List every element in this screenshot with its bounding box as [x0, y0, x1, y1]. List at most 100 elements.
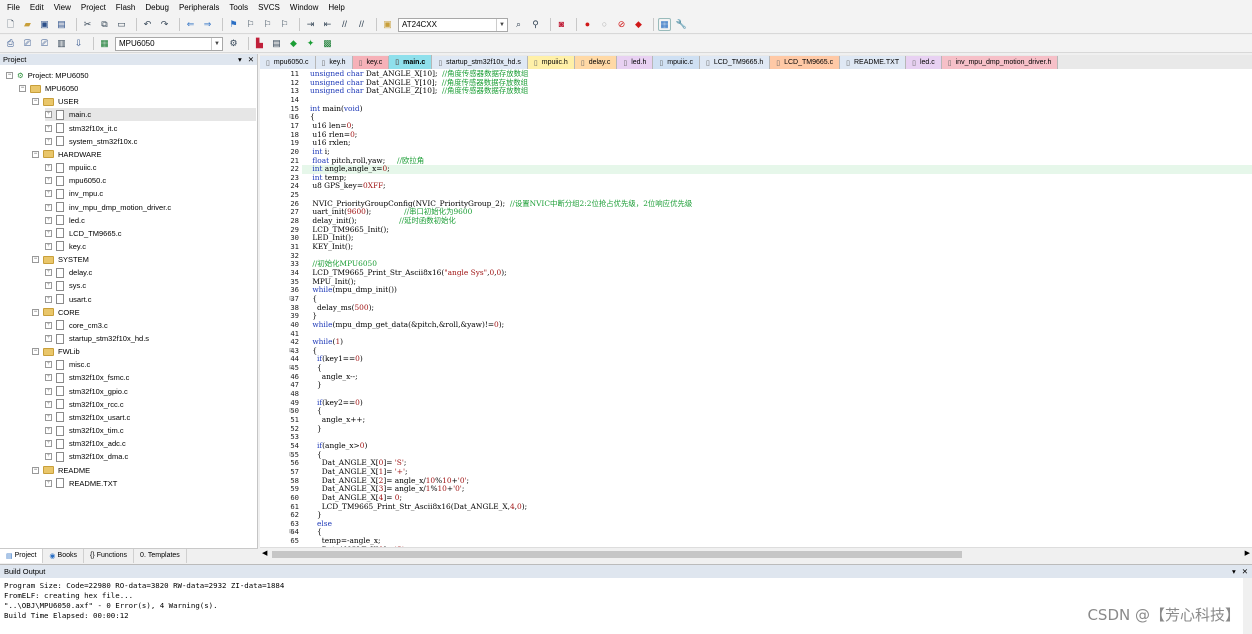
horizontal-scrollbar[interactable]: ◀ ▶ — [260, 547, 1252, 559]
target-combo[interactable]: MPU6050 ▼ — [115, 36, 223, 51]
green-diamond-icon[interactable]: ◆ — [287, 37, 300, 50]
code-line[interactable]: } — [310, 381, 1250, 390]
tab-file[interactable]: ▯ main.c — [389, 55, 433, 69]
kill-breakpoints-icon[interactable]: ◆ — [632, 18, 645, 31]
menu-window[interactable]: Window — [285, 0, 323, 16]
expand-icon[interactable]: + — [45, 453, 52, 461]
tree-file-item[interactable]: + LCD_TM9665.c — [45, 227, 256, 240]
prev-bookmark-icon[interactable]: ⚐ — [244, 18, 257, 31]
chevron-down-icon[interactable]: ▼ — [211, 37, 222, 50]
tree-folder-item[interactable]: − USER — [32, 95, 256, 108]
expand-icon[interactable]: + — [45, 203, 52, 211]
bookmark-icon[interactable]: ⚑ — [227, 18, 240, 31]
code-line[interactable]: u16 rlen=0; — [310, 130, 1250, 140]
build-icon[interactable]: ⎚ — [21, 37, 34, 50]
code-line[interactable]: { — [310, 346, 1250, 356]
tab-project[interactable]: ▤ Project — [0, 548, 44, 563]
code-line[interactable]: Dat_ANGLE_X[3]= angle_x/1%10+'0'; — [310, 484, 1250, 494]
navigate-forward-icon[interactable]: ⇒ — [201, 18, 214, 31]
undo-icon[interactable]: ↶ — [141, 18, 154, 31]
next-bookmark-icon[interactable]: ⚐ — [261, 18, 274, 31]
open-file-icon[interactable]: ▰ — [21, 18, 34, 31]
tree-file-item[interactable]: + system_stm32f10x.c — [45, 135, 256, 148]
code-line[interactable]: u8 GPS_key=0XFF; — [310, 182, 1250, 191]
tree-file-item[interactable]: + inv_mpu.c — [45, 187, 256, 200]
code-editor[interactable]: 11 12 13 14 15 16 ⊟ 17 18 19 20 21 22 23 24 25 26 27 28 29 3… — [260, 69, 1252, 547]
expand-icon[interactable]: + — [45, 216, 52, 224]
tree-file-item[interactable]: + sys.c — [45, 279, 256, 292]
disable-breakpoints-icon[interactable]: ⊘ — [615, 18, 628, 31]
expand-icon[interactable]: + — [45, 413, 52, 421]
code-line[interactable]: Dat_ANGLE_X[0]= 'S'; — [310, 458, 1250, 468]
clear-bookmarks-icon[interactable]: ⚐ — [278, 18, 291, 31]
code-line[interactable] — [310, 433, 1250, 442]
pack-installer-icon[interactable]: ✦ — [304, 37, 317, 50]
build-output-scrollbar[interactable] — [1243, 578, 1252, 634]
chevron-down-icon[interactable]: ▼ — [496, 18, 507, 31]
tree-file-item[interactable]: + stm32f10x_adc.c — [45, 437, 256, 450]
code-line[interactable] — [310, 252, 1250, 261]
batch-build-icon[interactable]: ▥ — [55, 37, 68, 50]
tree-folder-item[interactable]: − SYSTEM — [32, 253, 256, 266]
tree-file-item[interactable]: + misc.c — [45, 358, 256, 371]
code-line[interactable]: int main(void) — [310, 104, 1250, 114]
code-line[interactable]: while(mpu_dmp_init()) — [310, 285, 1250, 295]
save-all-icon[interactable]: ▤ — [55, 18, 68, 31]
code-line[interactable]: if(angle_x>0) — [310, 441, 1250, 451]
code-line[interactable]: delay_init(); //延时函数初始化 — [310, 216, 1250, 226]
menu-help[interactable]: Help — [323, 0, 349, 16]
runtime-environment-icon[interactable]: ▩ — [321, 37, 334, 50]
tree-file-item[interactable]: + led.c — [45, 214, 256, 227]
close-icon[interactable]: ✕ — [248, 55, 254, 64]
tab-file[interactable]: ▯ LCD_TM9665.h — [699, 56, 771, 69]
tree-file-item[interactable]: + key.c — [45, 240, 256, 253]
horizontal-scroll-thumb[interactable] — [272, 551, 962, 558]
new-file-icon[interactable]: 🗋 — [4, 18, 17, 31]
find-in-files-icon[interactable]: ▣ — [381, 18, 394, 31]
close-icon[interactable]: ✕ — [1242, 567, 1248, 576]
collapse-icon[interactable]: − — [32, 348, 39, 356]
tree-folder-item[interactable]: − MPU6050 — [19, 82, 256, 95]
collapse-icon[interactable]: − — [32, 256, 39, 264]
incremental-find-icon[interactable]: ⚲ — [529, 18, 542, 31]
code-line[interactable]: if(key1==0) — [310, 355, 1250, 364]
code-line[interactable]: LCD_TM9665_Init(); — [310, 225, 1250, 235]
code-line[interactable]: { — [310, 112, 1250, 122]
code-line[interactable]: while(1) — [310, 337, 1250, 347]
tab-file[interactable]: ▯ led.h — [617, 56, 654, 69]
uncomment-icon[interactable]: // — [355, 18, 368, 31]
code-line[interactable]: { — [310, 528, 1250, 537]
insert-breakpoint-icon[interactable]: ● — [581, 18, 594, 31]
tab-file[interactable]: ▯ inv_mpu_dmp_motion_driver.h — [941, 56, 1059, 69]
expand-icon[interactable]: + — [45, 374, 52, 382]
tree-file-item[interactable]: + inv_mpu_dmp_motion_driver.c — [45, 201, 256, 214]
tab-file[interactable]: ▯ mpuiic.c — [653, 56, 700, 69]
tree-file-item[interactable]: + README.TXT — [45, 477, 256, 490]
expand-icon[interactable]: + — [45, 111, 52, 119]
pin-icon[interactable]: ▾ — [1232, 567, 1236, 576]
code-line[interactable] — [310, 330, 1250, 339]
menu-file[interactable]: File — [2, 0, 25, 16]
code-line[interactable]: } — [310, 510, 1250, 520]
expand-icon[interactable]: + — [45, 177, 52, 185]
expand-icon[interactable]: + — [45, 479, 52, 487]
expand-icon[interactable]: + — [45, 269, 52, 277]
copy-icon[interactable]: ⧉ — [98, 18, 111, 31]
code-line[interactable]: { — [310, 294, 1250, 304]
cut-icon[interactable]: ✂ — [81, 18, 94, 31]
tree-file-item[interactable]: + usart.c — [45, 293, 256, 306]
tree-file-item[interactable]: + stm32f10x_usart.c — [45, 411, 256, 424]
tab-file[interactable]: ▯ README.TXT — [840, 56, 907, 69]
expand-icon[interactable]: + — [45, 229, 52, 237]
code-line[interactable]: delay_ms(500); — [310, 303, 1250, 313]
find-icon[interactable]: ⌕ — [512, 18, 525, 31]
tree-file-item[interactable]: + stm32f10x_it.c — [45, 122, 256, 135]
expand-icon[interactable]: + — [45, 282, 52, 290]
expand-icon[interactable]: + — [45, 124, 52, 132]
scroll-right-icon[interactable]: ▶ — [1245, 549, 1250, 557]
enable-breakpoint-icon[interactable]: ○ — [598, 18, 611, 31]
expand-icon[interactable]: + — [45, 400, 52, 408]
navigate-back-icon[interactable]: ⇐ — [184, 18, 197, 31]
code-line[interactable]: LCD_TM9665_Print_Str_Ascii8x16(Dat_ANGLE… — [310, 502, 1250, 512]
code-line[interactable]: LCD_TM9665_Print_Str_Ascii8x16("angle Sy… — [310, 268, 1250, 278]
